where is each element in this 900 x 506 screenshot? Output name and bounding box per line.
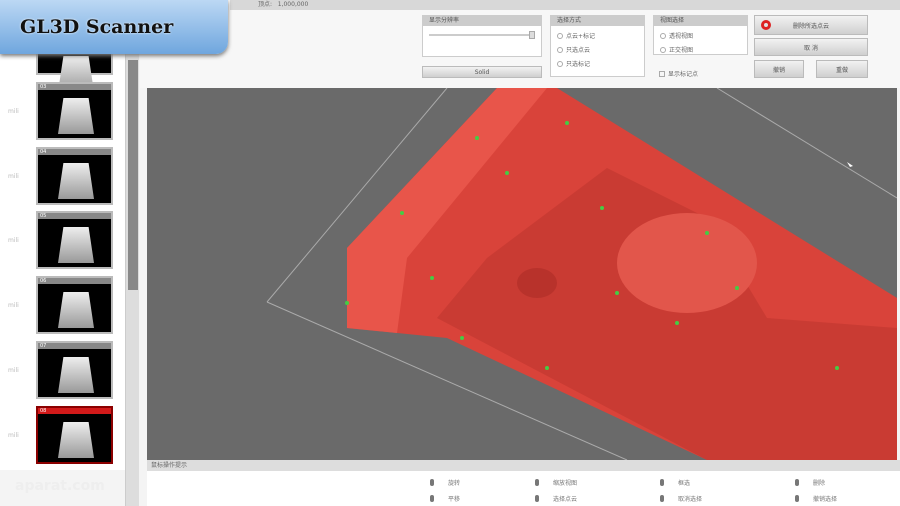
hint-label: 缩放视图: [553, 480, 578, 487]
mouse-icon: [430, 495, 434, 502]
select-mode-group: 选择方式 点云+标记 只选点云 只选标记: [550, 15, 645, 77]
button-label: 取 消: [804, 44, 818, 52]
hint-label: 旋转: [448, 480, 461, 487]
model-face: [617, 213, 757, 313]
select-mode-title: 选择方式: [551, 16, 644, 26]
scan-thumbnail[interactable]: 03: [36, 82, 113, 140]
vertex-count: 1,000,000: [277, 1, 309, 8]
resolution-slider[interactable]: [429, 31, 535, 39]
radio-label: 点云+标记: [566, 33, 596, 40]
thumbnail-label: mili: [8, 237, 19, 244]
cancel-button[interactable]: 取 消: [754, 38, 868, 56]
status-bar: 鼠标操作提示: [147, 460, 900, 471]
mouse-icon: [795, 495, 799, 502]
thumbnail-id: 03: [38, 84, 111, 90]
scan-preview: [58, 163, 94, 199]
mouse-cursor: [847, 162, 853, 167]
radio-label: 正交视图: [669, 47, 694, 54]
watermark: aparat.com: [15, 478, 105, 494]
radio-points-markers[interactable]: 点云+标记: [557, 31, 638, 40]
undo-button[interactable]: 撤销: [754, 60, 804, 78]
thumbnail-id: 04: [38, 149, 111, 155]
thumbnail-label: mili: [8, 367, 19, 374]
thumbnail-label: mili: [8, 108, 19, 115]
render-mode-dropdown[interactable]: Solid: [422, 66, 542, 78]
mouse-hint: 选择点云: [535, 494, 577, 503]
bounding-box-edge: [716, 88, 897, 199]
scan-preview: [58, 98, 94, 134]
model-eye: [517, 268, 557, 298]
scan-preview: [58, 227, 94, 263]
mouse-icon: [795, 479, 799, 486]
mouse-icon: [660, 495, 664, 502]
app-logo: GL3D Scanner: [0, 0, 228, 54]
mouse-icon: [535, 479, 539, 486]
button-label: 重做: [835, 66, 848, 74]
radio-points-only[interactable]: 只选点云: [557, 45, 638, 54]
view-mode-title: 视图选择: [654, 16, 747, 26]
radio-markers-only[interactable]: 只选标记: [557, 59, 638, 68]
render-mode-value: Solid: [474, 68, 490, 76]
mouse-hint: 缩放视图: [535, 478, 577, 487]
hint-label: 撤销选择: [813, 496, 838, 503]
vertex-label: 顶点:: [258, 1, 273, 8]
scrollbar-thumb[interactable]: [128, 60, 138, 290]
mouse-hint: 平移: [430, 494, 460, 503]
mouse-hint: 框选: [660, 478, 690, 487]
scan-preview: [58, 422, 94, 458]
app-title: GL3D Scanner: [20, 16, 174, 38]
show-markers-checkbox[interactable]: 显示标记点: [659, 69, 698, 78]
delete-selected-button[interactable]: 删除所选点云: [754, 15, 868, 35]
hint-label: 框选: [678, 480, 691, 487]
hint-label: 删除: [813, 480, 826, 487]
resolution-group: 显示分辨率: [422, 15, 542, 57]
mouse-hint: 撤销选择: [795, 494, 837, 503]
thumbnail-id: 06: [38, 278, 111, 284]
mouse-hint: 旋转: [430, 478, 460, 487]
delete-icon: [761, 20, 771, 30]
scan-thumbnail[interactable]: 05: [36, 211, 113, 269]
redo-button[interactable]: 重做: [816, 60, 868, 78]
scan-thumbnail[interactable]: 08: [36, 406, 113, 464]
view-mode-group: 视图选择 透视视图 正交视图: [653, 15, 748, 55]
hint-label: 选择点云: [553, 496, 578, 503]
hint-label: 平移: [448, 496, 461, 503]
scan-thumbnail[interactable]: 06: [36, 276, 113, 334]
status-text: 鼠标操作提示: [151, 462, 188, 469]
thumbnail-id: 08: [38, 408, 111, 414]
scan-thumbnail[interactable]: 04: [36, 147, 113, 205]
mouse-icon: [430, 479, 434, 486]
scan-thumbnail[interactable]: 07: [36, 341, 113, 399]
radio-label: 透视视图: [669, 33, 694, 40]
scan-preview: [58, 357, 94, 393]
thumbnail-label: mili: [8, 173, 19, 180]
thumbnail-label: mili: [8, 432, 19, 439]
mouse-hint: 删除: [795, 478, 825, 487]
button-label: 删除所选点云: [792, 22, 829, 30]
thumbnail-id: 05: [38, 213, 111, 219]
resolution-title: 显示分辨率: [423, 16, 541, 26]
mouse-hint: 取消选择: [660, 494, 702, 503]
3d-viewport[interactable]: [147, 88, 897, 460]
checkbox-label: 显示标记点: [668, 71, 699, 78]
mouse-hints-bar: [147, 471, 900, 506]
thumbnail-id: 07: [38, 343, 111, 349]
scan-preview: [58, 292, 94, 328]
scan-model: [266, 88, 897, 460]
scrollbar[interactable]: [125, 0, 139, 506]
radio-label: 只选点云: [566, 47, 591, 54]
toolbar: 显示分辨率 Solid 选择方式 点云+标记 只选点云 只选标记 视图选择 透视…: [140, 10, 900, 88]
button-label: 撤销: [772, 66, 785, 74]
mouse-icon: [535, 495, 539, 502]
radio-label: 只选标记: [566, 61, 591, 68]
radio-orthographic[interactable]: 正交视图: [660, 45, 741, 54]
radio-perspective[interactable]: 透视视图: [660, 31, 741, 40]
hint-label: 取消选择: [678, 496, 703, 503]
mouse-icon: [660, 479, 664, 486]
top-status: 顶点: 1,000,000: [230, 0, 900, 10]
thumbnail-label: mili: [8, 302, 19, 309]
